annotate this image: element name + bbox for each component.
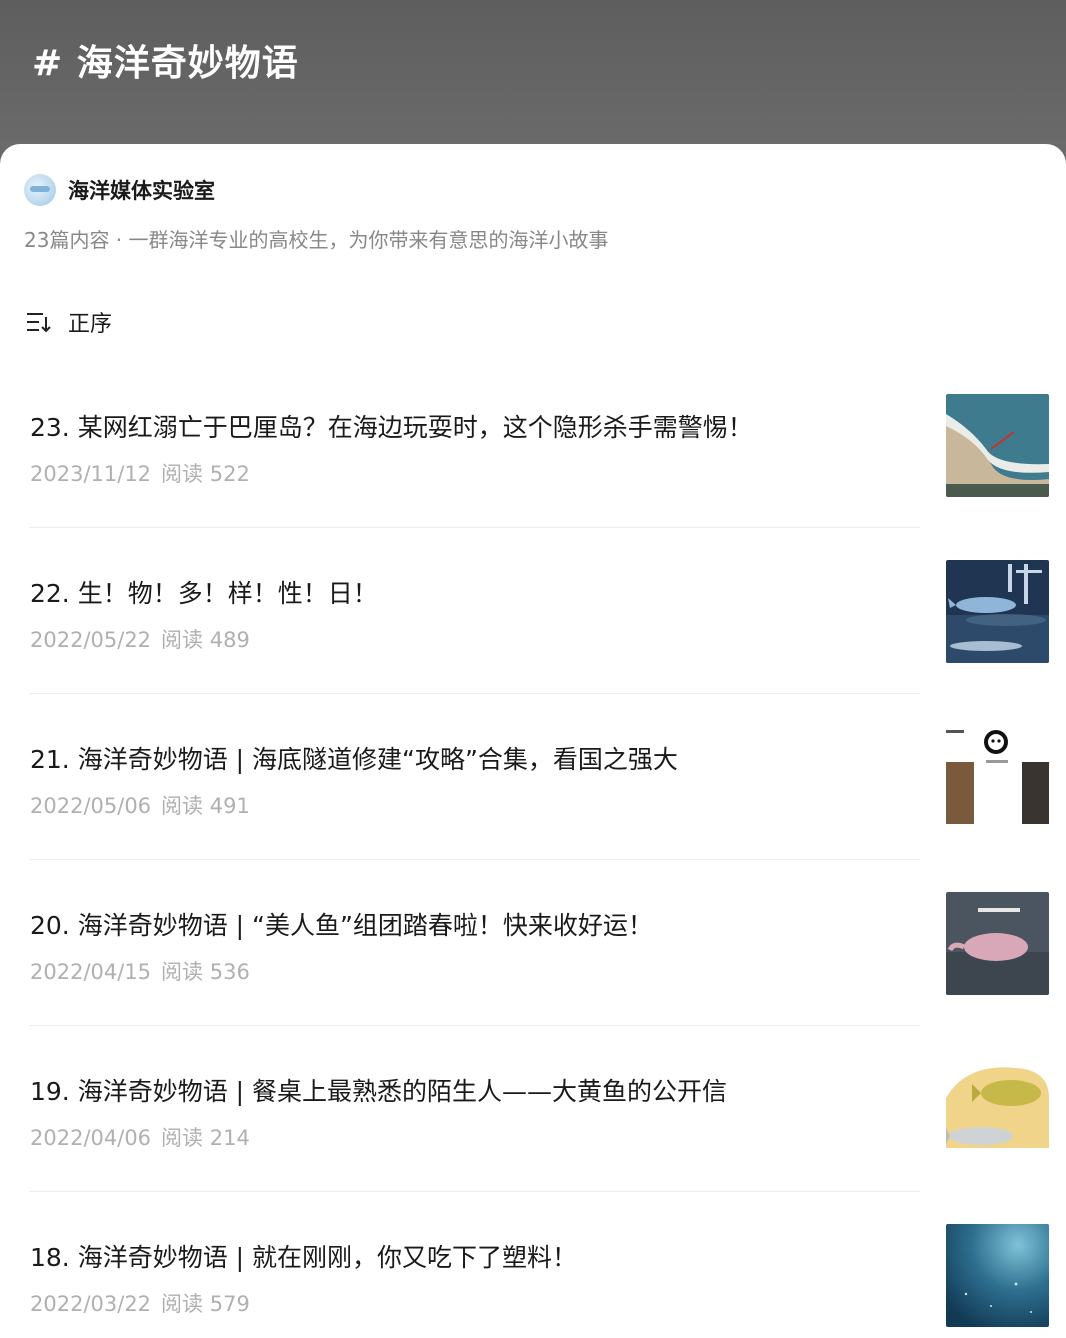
article-read-count: 阅读 491 bbox=[161, 794, 250, 818]
article-date: 2022/04/15 bbox=[30, 960, 152, 984]
article-item[interactable]: 22. 生！物！多！样！性！日！ 2022/05/22 阅读 489 bbox=[0, 560, 1066, 726]
article-read-count: 阅读 214 bbox=[161, 1126, 250, 1150]
article-thumbnail[interactable] bbox=[946, 560, 1049, 663]
article-title[interactable]: 22. 生！物！多！样！性！日！ bbox=[30, 574, 920, 610]
divider bbox=[30, 859, 920, 860]
account-row[interactable]: 海洋媒体实验室 bbox=[24, 174, 215, 206]
account-name[interactable]: 海洋媒体实验室 bbox=[68, 175, 215, 205]
sort-toggle[interactable]: 正序 bbox=[26, 306, 112, 338]
article-read-count: 阅读 489 bbox=[161, 628, 250, 652]
article-meta: 2022/05/22 阅读 489 bbox=[30, 624, 250, 654]
article-read-count: 阅读 536 bbox=[161, 960, 250, 984]
article-thumbnail[interactable] bbox=[946, 1058, 1049, 1161]
article-meta: 2022/04/06 阅读 214 bbox=[30, 1122, 250, 1152]
article-item[interactable]: 20. 海洋奇妙物语 | “美人鱼”组团踏春啦！快来收好运！ 2022/04/1… bbox=[0, 892, 1066, 1058]
article-meta: 2022/04/15 阅读 536 bbox=[30, 956, 250, 986]
sort-label[interactable]: 正序 bbox=[68, 306, 112, 338]
article-thumbnail[interactable] bbox=[946, 394, 1049, 497]
article-meta: 2022/03/22 阅读 579 bbox=[30, 1288, 250, 1318]
article-item[interactable]: 18. 海洋奇妙物语 | 就在刚刚，你又吃下了塑料！ 2022/03/22 阅读 … bbox=[0, 1224, 1066, 1338]
sort-order-icon[interactable] bbox=[26, 311, 52, 333]
article-thumbnail[interactable] bbox=[946, 892, 1049, 995]
account-description: 23篇内容 · 一群海洋专业的高校生，为你带来有意思的海洋小故事 bbox=[24, 228, 609, 252]
divider bbox=[30, 1025, 920, 1026]
article-date: 2023/11/12 bbox=[30, 462, 152, 486]
content-sheet: 海洋媒体实验室 23篇内容 · 一群海洋专业的高校生，为你带来有意思的海洋小故事… bbox=[0, 144, 1066, 1338]
article-read-count: 阅读 522 bbox=[161, 462, 250, 486]
article-meta: 2022/05/06 阅读 491 bbox=[30, 790, 250, 820]
article-date: 2022/03/22 bbox=[30, 1292, 152, 1316]
article-thumbnail[interactable] bbox=[946, 1224, 1049, 1327]
article-title[interactable]: 20. 海洋奇妙物语 | “美人鱼”组团踏春啦！快来收好运！ bbox=[30, 906, 920, 942]
article-title[interactable]: 23. 某网红溺亡于巴厘岛？在海边玩耍时，这个隐形杀手需警惕！ bbox=[30, 408, 920, 444]
article-date: 2022/04/06 bbox=[30, 1126, 152, 1150]
article-item[interactable]: 19. 海洋奇妙物语 | 餐桌上最熟悉的陌生人——大黄鱼的公开信 2022/04… bbox=[0, 1058, 1066, 1224]
topic-title: # 海洋奇妙物语 bbox=[32, 43, 299, 84]
article-meta: 2023/11/12 阅读 522 bbox=[30, 458, 250, 488]
article-title[interactable]: 21. 海洋奇妙物语 | 海底隧道修建“攻略”合集，看国之强大 bbox=[30, 740, 920, 776]
article-read-count: 阅读 579 bbox=[161, 1292, 250, 1316]
divider bbox=[30, 527, 920, 528]
article-item[interactable]: 23. 某网红溺亡于巴厘岛？在海边玩耍时，这个隐形杀手需警惕！ 2023/11/… bbox=[0, 394, 1066, 560]
article-date: 2022/05/06 bbox=[30, 794, 152, 818]
avatar[interactable] bbox=[24, 174, 56, 206]
article-date: 2022/05/22 bbox=[30, 628, 152, 652]
article-title[interactable]: 18. 海洋奇妙物语 | 就在刚刚，你又吃下了塑料！ bbox=[30, 1238, 920, 1274]
topic-header: # 海洋奇妙物语 bbox=[0, 0, 1066, 160]
article-title[interactable]: 19. 海洋奇妙物语 | 餐桌上最熟悉的陌生人——大黄鱼的公开信 bbox=[30, 1072, 920, 1108]
divider bbox=[30, 1191, 920, 1192]
divider bbox=[30, 693, 920, 694]
article-item[interactable]: 21. 海洋奇妙物语 | 海底隧道修建“攻略”合集，看国之强大 2022/05/… bbox=[0, 726, 1066, 892]
article-thumbnail[interactable] bbox=[946, 726, 1049, 829]
